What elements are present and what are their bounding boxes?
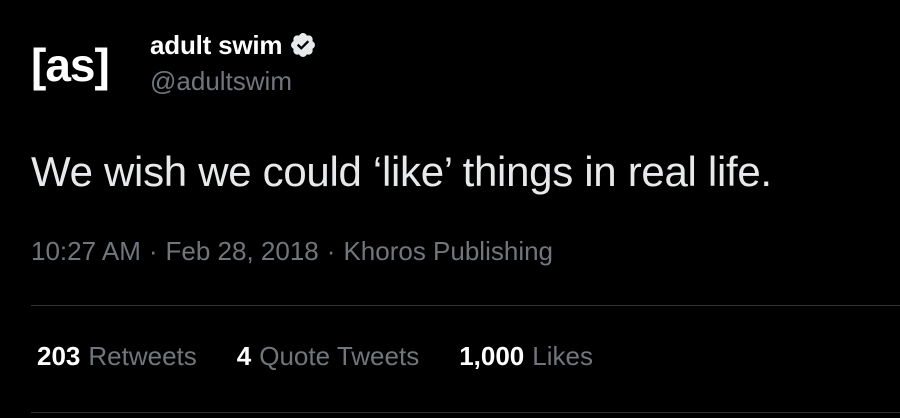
likes-label: Likes: [532, 341, 593, 371]
tweet-time-link[interactable]: 10:27 AM: [31, 236, 141, 267]
tweet-detail: [as] adult swim @adultswim We wish we co…: [0, 0, 900, 418]
tweet-meta: 10:27 AM · Feb 28, 2018 · Khoros Publish…: [31, 236, 553, 267]
quote-tweets-stat[interactable]: 4 Quote Tweets: [237, 341, 419, 372]
avatar[interactable]: [as]: [31, 30, 131, 100]
name-row: adult swim: [150, 28, 317, 62]
likes-stat[interactable]: 1,000 Likes: [459, 341, 593, 372]
retweets-label: Retweets: [88, 341, 197, 371]
likes-count: 1,000: [459, 341, 525, 371]
retweets-count: 203: [37, 341, 81, 371]
avatar-logo-text: [as]: [31, 39, 110, 91]
tweet-source-link[interactable]: Khoros Publishing: [343, 236, 553, 267]
quote-tweets-count: 4: [236, 341, 252, 371]
divider: [31, 412, 900, 413]
tweet-date-link[interactable]: Feb 28, 2018: [166, 236, 319, 267]
engagement-stats: 203 Retweets 4 Quote Tweets 1,000 Likes: [37, 341, 633, 372]
display-name[interactable]: adult swim: [150, 30, 283, 61]
tweet-text: We wish we could ‘like’ things in real l…: [31, 148, 772, 195]
divider: [31, 305, 900, 306]
verified-badge-icon[interactable]: [289, 31, 317, 59]
user-handle[interactable]: @adultswim: [150, 66, 317, 97]
meta-separator: ·: [148, 236, 158, 266]
author-block[interactable]: adult swim @adultswim: [150, 28, 317, 97]
retweets-stat[interactable]: 203 Retweets: [37, 341, 197, 372]
meta-separator: ·: [326, 236, 336, 266]
quote-tweets-label: Quote Tweets: [259, 341, 420, 371]
